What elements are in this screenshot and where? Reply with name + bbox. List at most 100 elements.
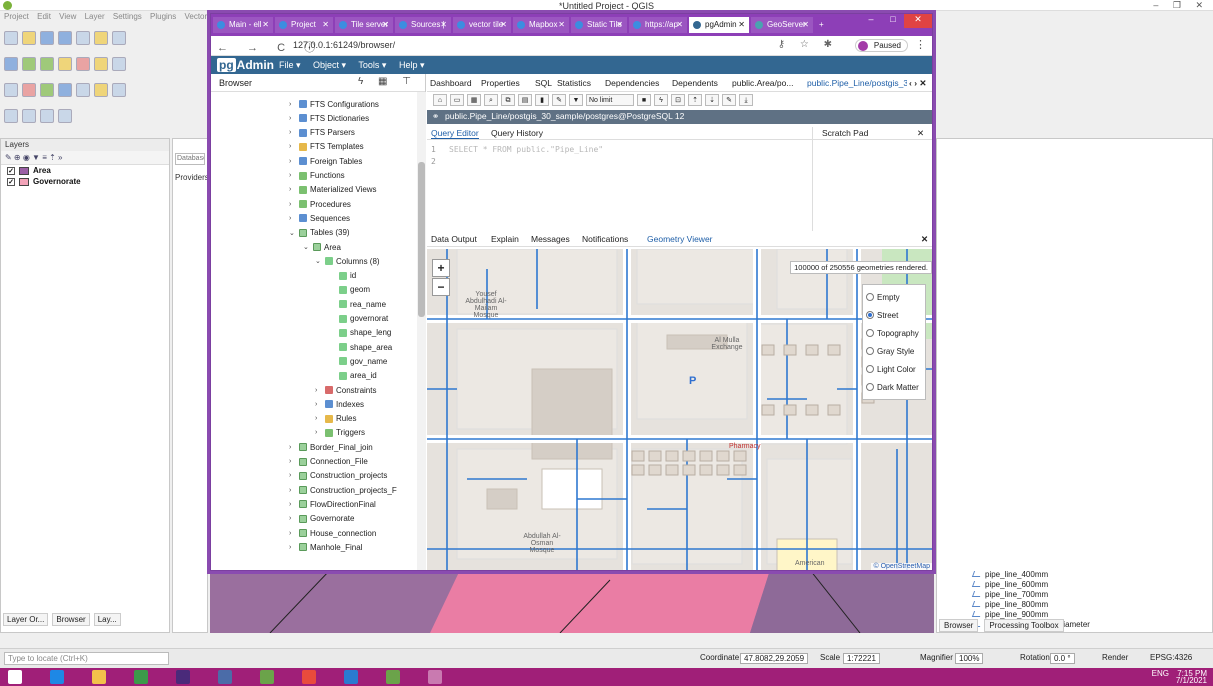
close-tab-icon[interactable]: ✕ — [558, 20, 565, 29]
layer-area-checkbox[interactable]: ✓ — [7, 166, 15, 175]
expand-arrow-icon[interactable]: › — [289, 129, 299, 136]
chrome-icon[interactable] — [302, 670, 316, 684]
expand-arrow-icon[interactable]: › — [315, 415, 325, 422]
label-tool-icon[interactable] — [4, 83, 18, 97]
expand-arrow-icon[interactable]: › — [289, 101, 299, 108]
sql-editor[interactable]: 1 SELECT * FROM public."Pipe_Line" 2 — [427, 127, 922, 231]
new-tab-button[interactable]: + — [815, 17, 833, 33]
label-pin-icon[interactable] — [22, 83, 36, 97]
tree-node[interactable]: › Functions — [289, 170, 345, 182]
tree-node[interactable]: › Construction_projects_F — [289, 484, 397, 496]
layer-list-item[interactable]: pipe_line_700mm — [937, 589, 1212, 599]
measure-icon[interactable] — [58, 109, 72, 123]
tree-node[interactable]: governorat — [329, 313, 388, 325]
tree-node[interactable]: ⌄ Area — [303, 241, 341, 253]
tree-node[interactable]: › FTS Dictionaries — [289, 112, 369, 124]
collapse-arrow-icon[interactable]: ⌄ — [303, 243, 313, 251]
tree-node[interactable]: › Governorate — [289, 513, 354, 525]
browser-tab-active[interactable]: pgAdmin ✕ — [689, 17, 749, 33]
label-change-icon[interactable] — [76, 83, 90, 97]
menu-project[interactable]: Project — [4, 12, 29, 21]
pan-icon[interactable] — [112, 31, 126, 45]
download-icon[interactable]: ⤓ — [739, 94, 753, 106]
tree-node[interactable]: › Constraints — [315, 384, 376, 396]
tab-dependents[interactable]: Dependents — [672, 78, 718, 88]
add-postgis-icon[interactable] — [40, 57, 54, 71]
close-tab-icon[interactable]: ✕ — [616, 20, 623, 29]
menu-layer[interactable]: Layer — [85, 12, 105, 21]
zoom-in-button[interactable]: + — [432, 259, 450, 277]
base-layer-street[interactable]: Street — [866, 306, 922, 324]
close-output-icon[interactable]: ✕ — [921, 234, 928, 245]
menu-vector[interactable]: Vector — [184, 12, 207, 21]
radio-icon[interactable] — [866, 293, 874, 301]
explain-icon[interactable]: ⊡ — [671, 94, 685, 106]
app-icon[interactable] — [218, 670, 232, 684]
tree-node[interactable]: › FTS Parsers — [289, 127, 355, 139]
open-file-icon[interactable]: ⌂ — [433, 94, 447, 106]
tab-query-history[interactable]: Query History — [491, 128, 543, 138]
expand-arrow-icon[interactable]: › — [289, 501, 299, 508]
system-tray[interactable]: ENG 7:15 PM 7/1/2021 — [1152, 670, 1207, 685]
file-explorer-icon[interactable] — [92, 670, 106, 684]
browser-tab[interactable]: vector tile ✕ — [453, 17, 511, 33]
copy-icon[interactable]: ⧉ — [501, 94, 515, 106]
layer-area[interactable]: ✓ Area — [1, 165, 169, 176]
layer-governorate-checkbox[interactable]: ✓ — [7, 177, 15, 186]
maximize-icon[interactable]: □ — [882, 14, 904, 28]
edit-icon[interactable]: ✎ — [552, 94, 566, 106]
tab-dashboard[interactable]: Dashboard — [430, 78, 472, 88]
close-tab-icon[interactable]: ✕ — [440, 20, 447, 29]
tree-node[interactable]: rea_name — [329, 298, 386, 310]
database-field[interactable]: Database — [175, 153, 205, 165]
tab-notifications[interactable]: Notifications — [582, 234, 628, 244]
tab-nav-arrows[interactable]: ‹ › ✕ — [909, 78, 927, 89]
label-show-icon[interactable] — [94, 83, 108, 97]
tree-node[interactable]: ⌄ Tables (39) — [289, 227, 350, 239]
expand-arrow-icon[interactable]: › — [289, 444, 299, 451]
expand-arrow-icon[interactable]: › — [289, 201, 299, 208]
zoom-out-button[interactable]: − — [432, 278, 450, 296]
tree-scrollbar[interactable] — [417, 92, 426, 570]
new-project-icon[interactable] — [4, 31, 18, 45]
menu-plugins[interactable]: Plugins — [150, 12, 176, 21]
expand-arrow-icon[interactable]: › — [315, 401, 325, 408]
layer-list-item[interactable]: pipe_line_600mm — [937, 579, 1212, 589]
radio-icon[interactable] — [866, 365, 874, 373]
close-scratch-icon[interactable]: ✕ — [917, 128, 924, 139]
browser-tab[interactable]: GeoServer ✕ — [751, 17, 813, 33]
layer-list-item[interactable]: pipe_line_800mm — [937, 599, 1212, 609]
stop-icon[interactable]: ■ — [637, 94, 651, 106]
coordinate-field[interactable]: 47.8082,29.2059 — [740, 653, 809, 664]
expand-arrow-icon[interactable]: › — [289, 186, 299, 193]
close-tab-icon[interactable]: ✕ — [500, 20, 507, 29]
tree-node[interactable]: › Foreign Tables — [289, 155, 362, 167]
base-layer-dark[interactable]: Dark Matter — [866, 378, 922, 396]
tree-node[interactable]: › Procedures — [289, 198, 351, 210]
layer-governorate[interactable]: ✓ Governorate — [1, 176, 169, 187]
open-project-icon[interactable] — [22, 31, 36, 45]
digitize-icon[interactable] — [76, 57, 90, 71]
label-rotate-icon[interactable] — [58, 83, 72, 97]
osm-attribution[interactable]: © OpenStreetMap — [871, 563, 932, 570]
tree-node[interactable]: area_id — [329, 370, 377, 382]
collapse-arrow-icon[interactable]: ⌄ — [289, 229, 299, 237]
tree-node[interactable]: shape_leng — [329, 327, 391, 339]
tree-node[interactable]: › Indexes — [315, 398, 364, 410]
menu-help[interactable]: Help ▾ — [399, 60, 425, 70]
layout-manager-icon[interactable] — [94, 31, 108, 45]
qgis-taskbar-icon-2[interactable] — [386, 670, 400, 684]
browser-menu-icon[interactable]: ⋮ — [915, 38, 926, 51]
base-layer-light[interactable]: Light Color — [866, 360, 922, 378]
browser-tab[interactable]: Tile server ✕ — [335, 17, 393, 33]
tab-layer-order[interactable]: Layer Or... — [3, 613, 49, 626]
close-tab-icon[interactable]: ✕ — [382, 20, 389, 29]
profile-paused-button[interactable]: Paused — [854, 39, 908, 52]
expand-arrow-icon[interactable]: › — [289, 544, 299, 551]
tab-geometry-viewer[interactable]: Geometry Viewer — [647, 234, 713, 244]
label-move-icon[interactable] — [40, 83, 54, 97]
menu-object[interactable]: Object ▾ — [313, 60, 346, 70]
premiere-icon[interactable] — [176, 670, 190, 684]
layer-list-item[interactable]: pipe_line_400mm — [937, 569, 1212, 579]
tab-statistics[interactable]: Statistics — [557, 78, 591, 88]
